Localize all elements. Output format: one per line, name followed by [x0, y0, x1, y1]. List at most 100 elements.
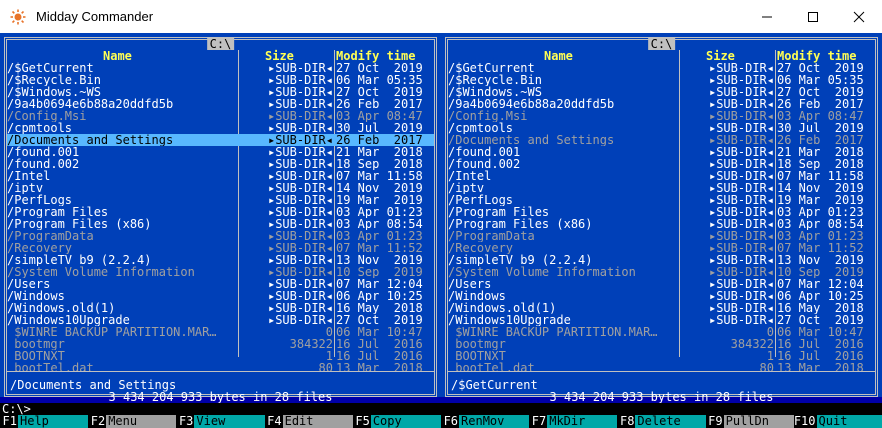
fkey-f7[interactable]: F7 MkDir	[529, 415, 618, 428]
table-row[interactable]: /found.002 ▸SUB-DIR◂ 18 Sep 2018	[7, 158, 434, 170]
table-row[interactable]: /Users ▸SUB-DIR◂ 07 Mar 12:04	[448, 278, 875, 290]
fkey-f6[interactable]: F6 RenMov	[441, 415, 530, 428]
file-date: 07 Mar 12:04	[336, 278, 423, 290]
table-row[interactable]: /9a4b0694e6b88a20ddfd5b ▸SUB-DIR◂ 26 Feb 2…	[7, 98, 434, 110]
fkey-label: Delete	[635, 415, 706, 428]
fkey-f3[interactable]: F3 View	[176, 415, 265, 428]
table-row[interactable]: /PerfLogs ▸SUB-DIR◂ 19 Mar 2019	[448, 194, 875, 206]
table-row[interactable]: /Windows ▸SUB-DIR◂ 06 Apr 10:25	[7, 290, 434, 302]
right-header-modify[interactable]: Modify time	[777, 50, 856, 62]
table-row[interactable]: bootTel.dat 80 13 Mar 2018	[7, 362, 434, 374]
table-row[interactable]: /ProgramData ▸SUB-DIR◂ 03 Apr 01:23	[7, 230, 434, 242]
table-row[interactable]: /iptv ▸SUB-DIR◂ 14 Nov 2019	[448, 182, 875, 194]
fkey-f8[interactable]: F8 Delete	[617, 414, 706, 428]
table-row[interactable]: /Documents and Settings ▸SUB-DIR◂ 26 Feb 2…	[7, 134, 434, 146]
table-row[interactable]: /System Volume Information ▸SUB-DIR◂ 10 Se…	[7, 266, 434, 278]
table-row[interactable]: /Windows.old(1) ▸SUB-DIR◂ 16 May 2018	[448, 302, 875, 314]
table-row[interactable]: BOOTNXT 1 16 Jul 2016	[7, 350, 434, 362]
fkey-f10[interactable]: F10 Quit	[794, 415, 882, 428]
table-row[interactable]: /Users ▸SUB-DIR◂ 07 Mar 12:04	[7, 278, 434, 290]
table-row[interactable]: /Program Files ▸SUB-DIR◂ 03 Apr 01:23	[7, 206, 434, 218]
table-row[interactable]: /Program Files ▸SUB-DIR◂ 03 Apr 01:23	[448, 206, 875, 218]
table-row[interactable]: /Program Files (x86) ▸SUB-DIR◂ 03 Apr 08:5…	[448, 218, 875, 230]
table-row[interactable]: /$Recycle.Bin ▸SUB-DIR◂ 06 Mar 05:35	[448, 74, 875, 86]
file-size: ▸SUB-DIR◂	[267, 86, 333, 98]
table-row[interactable]: /Documents and Settings ▸SUB-DIR◂ 26 Feb 2…	[448, 134, 875, 146]
fkey-f5[interactable]: F5 Copy	[353, 415, 442, 428]
left-header-size[interactable]: Size	[265, 50, 294, 62]
table-row[interactable]: BOOTNXT 1 16 Jul 2016	[448, 350, 875, 362]
maximize-button[interactable]	[790, 0, 836, 33]
table-row[interactable]: /$Windows.~WS ▸SUB-DIR◂ 27 Oct 2019	[7, 86, 434, 98]
right-file-list[interactable]: /$GetCurrent ▸SUB-DIR◂ 27 Oct 2019/$Recycl…	[448, 62, 875, 374]
file-name: /simpleTV b9 (2.2.4)	[7, 254, 152, 266]
left-file-list[interactable]: /$GetCurrent ▸SUB-DIR◂ 27 Oct 2019/$Recycl…	[7, 62, 434, 374]
file-name: /Recovery	[7, 242, 73, 254]
table-row[interactable]: /simpleTV b9 (2.2.4) ▸SUB-DIR◂ 13 Nov 2019	[448, 254, 875, 266]
file-date: 07 Mar 11:58	[777, 170, 864, 182]
fkey-f2[interactable]: F2 Menu	[88, 415, 177, 428]
file-date: 03 Apr 01:23	[777, 206, 864, 218]
fkey-f1[interactable]: F1 Help	[0, 415, 89, 428]
right-header-size[interactable]: Size	[706, 50, 735, 62]
file-name: /found.002	[448, 158, 521, 170]
table-row[interactable]: /found.001 ▸SUB-DIR◂ 21 Mar 2018	[7, 146, 434, 158]
left-panel-path[interactable]: C:\	[206, 38, 235, 50]
fkey-f9[interactable]: F9 PullDn	[706, 415, 794, 428]
file-size: ▸SUB-DIR◂	[267, 278, 333, 290]
table-row[interactable]: /cpmtools ▸SUB-DIR◂ 30 Jul 2019	[7, 122, 434, 134]
table-row[interactable]: /cpmtools ▸SUB-DIR◂ 30 Jul 2019	[448, 122, 875, 134]
file-name: /found.001	[448, 146, 521, 158]
file-name: /found.001	[7, 146, 80, 158]
fkey-f4[interactable]: F4 Edit	[265, 415, 353, 428]
table-row[interactable]: $WINRE_BACKUP_PARTITION.MAR… 0 06 Mar 10:4…	[448, 326, 875, 338]
table-row[interactable]: /Recovery ▸SUB-DIR◂ 07 Mar 11:52	[448, 242, 875, 254]
file-date: 13 Mar 2018	[336, 362, 423, 374]
table-row[interactable]: /Config.Msi ▸SUB-DIR◂ 03 Apr 08:47	[448, 110, 875, 122]
file-size: ▸SUB-DIR◂	[708, 194, 774, 206]
table-row[interactable]: /Program Files (x86) ▸SUB-DIR◂ 03 Apr 08:5…	[7, 218, 434, 230]
table-row[interactable]: /simpleTV b9 (2.2.4) ▸SUB-DIR◂ 13 Nov 2019	[7, 254, 434, 266]
table-row[interactable]: /Config.Msi ▸SUB-DIR◂ 03 Apr 08:47	[7, 110, 434, 122]
table-row[interactable]: /9a4b0694e6b88a20ddfd5b ▸SUB-DIR◂ 26 Feb 2…	[448, 98, 875, 110]
fkey-number: F8	[619, 414, 635, 428]
left-panel[interactable]: C:\ Name Size Modify time /$GetCurrent ▸S…	[0, 33, 441, 403]
table-row[interactable]: bootTel.dat 80 13 Mar 2018	[448, 362, 875, 374]
table-row[interactable]: /$GetCurrent ▸SUB-DIR◂ 27 Oct 2019	[7, 62, 434, 74]
minimize-button[interactable]	[744, 0, 790, 33]
file-date: 06 Mar 10:47	[777, 326, 864, 338]
file-name: /$Recycle.Bin	[7, 74, 101, 86]
table-row[interactable]: /Intel ▸SUB-DIR◂ 07 Mar 11:58	[448, 170, 875, 182]
close-button[interactable]	[836, 0, 882, 33]
table-row[interactable]: /$GetCurrent ▸SUB-DIR◂ 27 Oct 2019	[448, 62, 875, 74]
table-row[interactable]: /Recovery ▸SUB-DIR◂ 07 Mar 11:52	[7, 242, 434, 254]
file-name: BOOTNXT	[448, 350, 506, 362]
file-size: ▸SUB-DIR◂	[708, 182, 774, 194]
left-header-name[interactable]: Name	[103, 50, 132, 62]
table-row[interactable]: bootmgr 384322 16 Jul 2016	[448, 338, 875, 350]
left-header-modify[interactable]: Modify time	[336, 50, 415, 62]
table-row[interactable]: /PerfLogs ▸SUB-DIR◂ 19 Mar 2019	[7, 194, 434, 206]
table-row[interactable]: /iptv ▸SUB-DIR◂ 14 Nov 2019	[7, 182, 434, 194]
table-row[interactable]: /Windows.old(1) ▸SUB-DIR◂ 16 May 2018	[7, 302, 434, 314]
table-row[interactable]: /Windows10Upgrade ▸SUB-DIR◂ 27 Oct 2019	[7, 314, 434, 326]
right-header-name[interactable]: Name	[544, 50, 573, 62]
file-name: /$Windows.~WS	[7, 86, 101, 98]
table-row[interactable]: /Windows ▸SUB-DIR◂ 06 Apr 10:25	[448, 290, 875, 302]
table-row[interactable]: /found.002 ▸SUB-DIR◂ 18 Sep 2018	[448, 158, 875, 170]
table-row[interactable]: /Windows10Upgrade ▸SUB-DIR◂ 27 Oct 2019	[448, 314, 875, 326]
table-row[interactable]: /$Windows.~WS ▸SUB-DIR◂ 27 Oct 2019	[448, 86, 875, 98]
table-row[interactable]: /$Recycle.Bin ▸SUB-DIR◂ 06 Mar 05:35	[7, 74, 434, 86]
table-row[interactable]: /found.001 ▸SUB-DIR◂ 21 Mar 2018	[448, 146, 875, 158]
right-status-filename: /$GetCurrent	[451, 378, 538, 392]
file-size: ▸SUB-DIR◂	[708, 86, 774, 98]
right-panel[interactable]: C:\ Name Size Modify time /$GetCurrent ▸S…	[441, 33, 882, 403]
table-row[interactable]: /System Volume Information ▸SUB-DIR◂ 10 Se…	[448, 266, 875, 278]
table-row[interactable]: /Intel ▸SUB-DIR◂ 07 Mar 11:58	[7, 170, 434, 182]
table-row[interactable]: bootmgr 384322 16 Jul 2016	[7, 338, 434, 350]
right-status-separator	[448, 371, 875, 372]
file-date: 03 Apr 08:54	[777, 218, 864, 230]
table-row[interactable]: /ProgramData ▸SUB-DIR◂ 03 Apr 01:23	[448, 230, 875, 242]
right-panel-path[interactable]: C:\	[647, 38, 676, 50]
table-row[interactable]: $WINRE_BACKUP_PARTITION.MAR… 0 06 Mar 10:4…	[7, 326, 434, 338]
